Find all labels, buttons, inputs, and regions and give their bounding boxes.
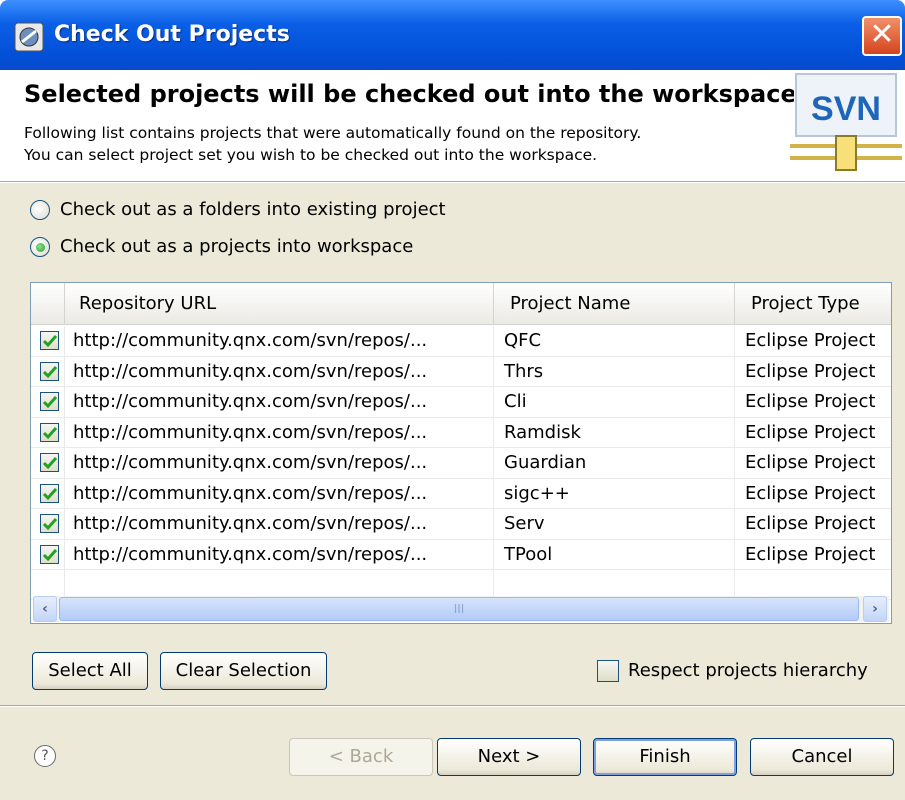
- button-bar-divider: [0, 705, 905, 707]
- description-line-1: Following list contains projects that we…: [24, 124, 642, 142]
- header-checkbox-column[interactable]: [31, 283, 65, 325]
- project-name-cell: sigc++: [494, 478, 735, 509]
- row-checkbox[interactable]: [40, 453, 59, 472]
- projects-table: Repository URL Project Name Project Type…: [30, 282, 892, 624]
- checkmark-icon: [42, 396, 58, 409]
- repository-url-cell: http://community.qnx.com/svn/repos/...: [65, 417, 494, 448]
- finish-button[interactable]: Finish: [593, 738, 737, 776]
- table-row[interactable]: http://community.qnx.com/svn/repos/... si…: [31, 478, 891, 509]
- wizard-banner: Selected projects will be checked out in…: [0, 70, 905, 180]
- project-type-cell: Eclipse Project: [735, 540, 891, 570]
- radio-folders-label: Check out as a folders into existing pro…: [60, 199, 446, 220]
- repository-url-cell: http://community.qnx.com/svn/repos/...: [65, 539, 494, 570]
- project-name-cell: Cli: [494, 387, 735, 418]
- row-checkbox-cell: [31, 448, 65, 479]
- project-name-cell: TPool: [494, 539, 735, 570]
- radio-folders-option[interactable]: Check out as a folders into existing pro…: [30, 199, 446, 220]
- project-type-cell: Eclipse Project: [735, 509, 891, 540]
- window-title: Check Out Projects: [54, 22, 290, 47]
- radio-projects[interactable]: [30, 236, 50, 257]
- row-checkbox-cell: [31, 387, 65, 418]
- description-line-2: You can select project set you wish to b…: [24, 146, 598, 164]
- row-checkbox[interactable]: [40, 331, 59, 350]
- radio-projects-option[interactable]: Check out as a projects into workspace: [30, 236, 413, 257]
- project-type-cell: Eclipse Project: [735, 418, 891, 448]
- dialog-body: Check out as a folders into existing pro…: [0, 183, 905, 800]
- repository-url-cell: http://community.qnx.com/svn/repos/...: [65, 448, 494, 479]
- row-checkbox-cell: [31, 539, 65, 570]
- horizontal-scrollbar[interactable]: ‹ III ›: [33, 596, 889, 622]
- project-name-cell: Thrs: [494, 356, 735, 387]
- checkmark-icon: [42, 518, 58, 531]
- respect-hierarchy-label: Respect projects hierarchy: [628, 660, 868, 681]
- project-type-cell: Eclipse Project: [735, 479, 891, 509]
- checkmark-icon: [42, 365, 58, 378]
- svn-logo-icon: SVN: [790, 73, 902, 171]
- project-name-cell: QFC: [494, 326, 735, 357]
- next-button[interactable]: Next >: [437, 738, 581, 776]
- title-bar: Check Out Projects ✕: [0, 0, 905, 78]
- header-repository-url[interactable]: Repository URL: [65, 283, 494, 325]
- checkmark-icon: [42, 548, 58, 561]
- row-checkbox-cell: [31, 509, 65, 540]
- empty-row: [31, 569, 891, 600]
- table-row[interactable]: http://community.qnx.com/svn/repos/... QF…: [31, 326, 891, 357]
- scroll-right-icon[interactable]: ›: [863, 596, 887, 622]
- radio-projects-label: Check out as a projects into workspace: [60, 236, 414, 257]
- table-row[interactable]: http://community.qnx.com/svn/repos/... Gu…: [31, 448, 891, 479]
- header-project-type[interactable]: Project Type: [735, 283, 891, 325]
- cancel-button[interactable]: Cancel: [750, 738, 894, 776]
- row-checkbox[interactable]: [40, 392, 59, 411]
- table-row[interactable]: http://community.qnx.com/svn/repos/... Cl…: [31, 387, 891, 418]
- page-description: Following list contains projects that we…: [24, 122, 641, 166]
- project-type-cell: Eclipse Project: [735, 448, 891, 479]
- table-row[interactable]: http://community.qnx.com/svn/repos/... TP…: [31, 539, 891, 570]
- clear-selection-button[interactable]: Clear Selection: [160, 652, 327, 690]
- repository-url-cell: http://community.qnx.com/svn/repos/...: [65, 478, 494, 509]
- table-row[interactable]: http://community.qnx.com/svn/repos/... Se…: [31, 509, 891, 540]
- repository-url-cell: http://community.qnx.com/svn/repos/...: [65, 326, 494, 357]
- page-title: Selected projects will be checked out in…: [24, 80, 794, 108]
- back-button[interactable]: < Back: [289, 738, 433, 776]
- row-checkbox[interactable]: [40, 514, 59, 533]
- select-all-button[interactable]: Select All: [32, 652, 148, 690]
- scroll-thumb[interactable]: III: [59, 597, 859, 621]
- header-project-name[interactable]: Project Name: [494, 283, 735, 325]
- app-icon: [14, 22, 44, 52]
- row-checkbox[interactable]: [40, 483, 59, 503]
- project-name-cell: Guardian: [494, 448, 735, 479]
- table-row[interactable]: http://community.qnx.com/svn/repos/... Ra…: [31, 417, 891, 448]
- checkmark-icon: [42, 487, 58, 500]
- project-type-cell: Eclipse Project: [735, 326, 891, 357]
- svn-logo-text: SVN: [811, 90, 881, 128]
- repository-url-cell: http://community.qnx.com/svn/repos/...: [65, 356, 494, 387]
- help-icon[interactable]: ?: [34, 745, 56, 767]
- row-checkbox-cell: [31, 356, 65, 387]
- row-checkbox-cell: [31, 326, 65, 357]
- checkmark-icon: [42, 426, 58, 439]
- table-header: Repository URL Project Name Project Type: [31, 283, 891, 325]
- radio-folders[interactable]: [30, 199, 50, 220]
- project-type-cell: Eclipse Project: [735, 357, 891, 387]
- row-checkbox-cell: [31, 417, 65, 448]
- checkmark-icon: [42, 335, 58, 348]
- scroll-left-icon[interactable]: ‹: [33, 596, 57, 622]
- respect-hierarchy-checkbox[interactable]: [597, 660, 619, 682]
- checkmark-icon: [42, 457, 58, 470]
- table-row[interactable]: http://community.qnx.com/svn/repos/... Th…: [31, 356, 891, 387]
- project-name-cell: Ramdisk: [494, 417, 735, 448]
- row-checkbox-cell: [31, 478, 65, 509]
- row-checkbox[interactable]: [40, 361, 59, 381]
- row-checkbox[interactable]: [40, 422, 59, 442]
- project-name-cell: Serv: [494, 509, 735, 540]
- row-checkbox[interactable]: [40, 544, 59, 564]
- repository-url-cell: http://community.qnx.com/svn/repos/...: [65, 509, 494, 540]
- repository-url-cell: http://community.qnx.com/svn/repos/...: [65, 387, 494, 418]
- project-type-cell: Eclipse Project: [735, 387, 891, 418]
- close-icon[interactable]: ✕: [862, 16, 902, 56]
